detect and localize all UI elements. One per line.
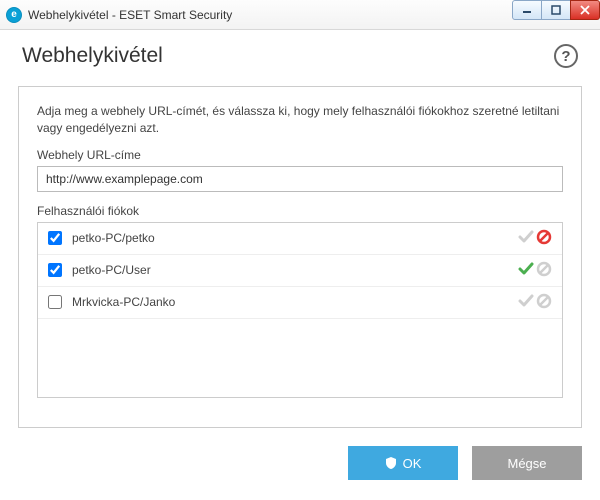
account-checkbox[interactable] xyxy=(48,263,62,277)
block-icon[interactable] xyxy=(536,229,552,248)
allow-icon[interactable] xyxy=(518,293,534,312)
window-title: Webhelykivétel - ESET Smart Security xyxy=(28,8,513,22)
intro-text: Adja meg a webhely URL-címét, és válassz… xyxy=(37,103,563,138)
ok-button-label: OK xyxy=(403,456,422,471)
url-label: Webhely URL-címe xyxy=(37,148,563,162)
accounts-list: petko-PC/petko petko-PC/User Mrkvicka-PC/J… xyxy=(37,222,563,398)
cancel-button-label: Mégse xyxy=(507,456,546,471)
minimize-button[interactable] xyxy=(512,0,542,20)
account-row: petko-PC/User xyxy=(38,255,562,287)
cancel-button[interactable]: Mégse xyxy=(472,446,582,480)
status-icons xyxy=(518,293,552,312)
account-row: petko-PC/petko xyxy=(38,223,562,255)
help-icon: ? xyxy=(561,48,570,65)
block-icon[interactable] xyxy=(536,261,552,280)
help-button[interactable]: ? xyxy=(554,44,578,68)
block-icon[interactable] xyxy=(536,293,552,312)
accounts-label: Felhasználói fiókok xyxy=(37,204,563,218)
app-icon: e xyxy=(6,7,22,23)
allow-icon[interactable] xyxy=(518,229,534,248)
shield-icon xyxy=(385,457,397,469)
status-icons xyxy=(518,261,552,280)
page-title: Webhelykivétel xyxy=(22,44,163,68)
titlebar: e Webhelykivétel - ESET Smart Security xyxy=(0,0,600,30)
header: Webhelykivétel ? xyxy=(0,30,600,86)
allow-icon[interactable] xyxy=(518,261,534,280)
account-checkbox[interactable] xyxy=(48,295,62,309)
account-row: Mrkvicka-PC/Janko xyxy=(38,287,562,319)
ok-button[interactable]: OK xyxy=(348,446,458,480)
account-name: Mrkvicka-PC/Janko xyxy=(72,295,518,309)
maximize-button[interactable] xyxy=(541,0,571,20)
content-frame: Adja meg a webhely URL-címét, és válassz… xyxy=(18,86,582,428)
account-name: petko-PC/User xyxy=(72,263,518,277)
url-input[interactable] xyxy=(37,166,563,192)
footer: OK Mégse xyxy=(0,428,600,480)
status-icons xyxy=(518,229,552,248)
window-controls xyxy=(513,0,600,29)
close-button[interactable] xyxy=(570,0,600,20)
account-checkbox[interactable] xyxy=(48,231,62,245)
account-name: petko-PC/petko xyxy=(72,231,518,245)
